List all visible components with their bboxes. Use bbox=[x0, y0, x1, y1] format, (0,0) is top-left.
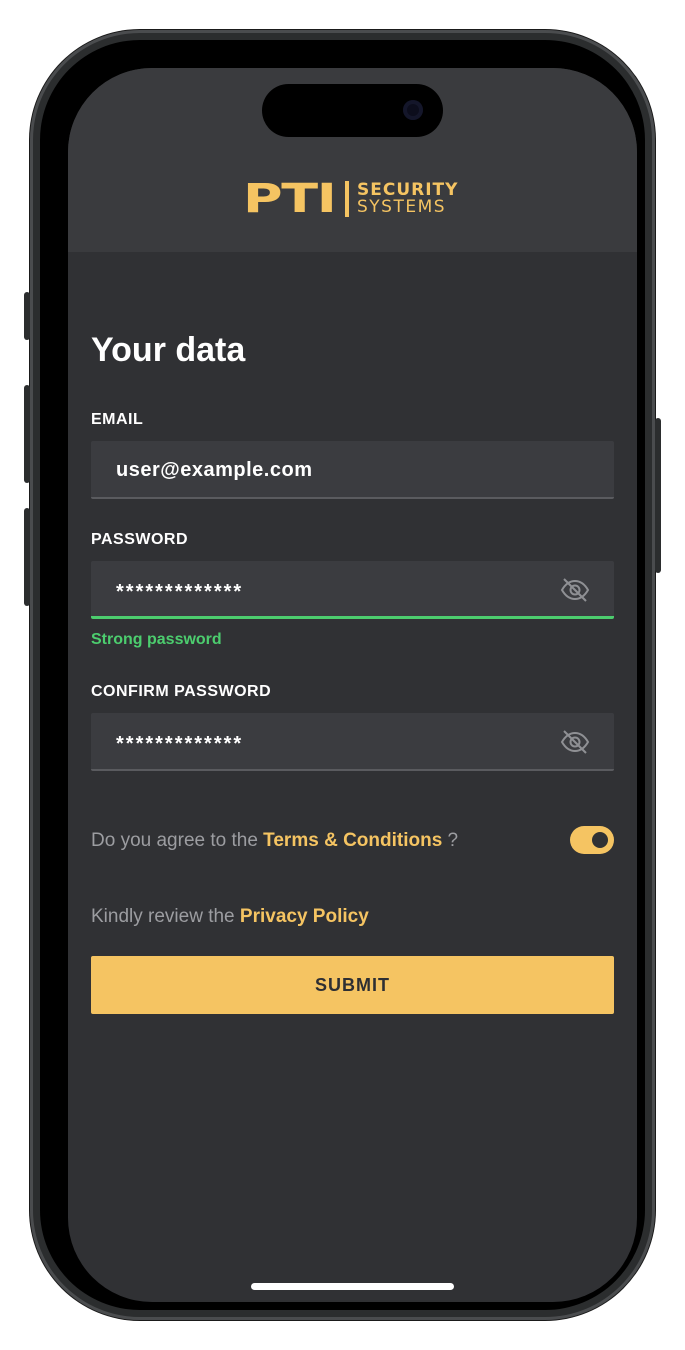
password-label: PASSWORD bbox=[91, 531, 189, 548]
confirm-password-label: CONFIRM PASSWORD bbox=[91, 683, 272, 700]
email-value: user@example.com bbox=[116, 459, 313, 481]
confirm-password-value: ************* bbox=[116, 733, 244, 755]
phone-bezel: PTI SECURITY SYSTEMS Your data EMAIL use… bbox=[40, 40, 645, 1310]
privacy-policy-link[interactable]: Privacy Policy bbox=[240, 906, 369, 927]
password-value: ************* bbox=[116, 581, 244, 603]
email-field[interactable]: user@example.com bbox=[91, 441, 614, 499]
brand-mark: PTI bbox=[243, 176, 337, 222]
password-strength-hint: Strong password bbox=[91, 631, 222, 648]
action-button bbox=[24, 292, 30, 340]
phone-frame: PTI SECURITY SYSTEMS Your data EMAIL use… bbox=[24, 30, 661, 1320]
terms-prefix: Do you agree to the bbox=[91, 830, 264, 851]
password-field[interactable]: ************* bbox=[91, 561, 614, 619]
front-camera-icon bbox=[403, 100, 423, 120]
terms-link[interactable]: Terms & Conditions bbox=[263, 830, 442, 851]
home-indicator[interactable] bbox=[251, 1283, 454, 1290]
privacy-prefix: Kindly review the bbox=[91, 906, 240, 927]
toggle-knob bbox=[592, 832, 608, 848]
submit-button[interactable]: SUBMIT bbox=[91, 956, 614, 1014]
confirm-password-field[interactable]: ************* bbox=[91, 713, 614, 771]
volume-down-button bbox=[24, 508, 30, 606]
terms-text: Do you agree to the Terms & Conditions ? bbox=[91, 829, 458, 853]
terms-row: Do you agree to the Terms & Conditions ? bbox=[91, 826, 614, 856]
terms-suffix: ? bbox=[442, 830, 459, 851]
page-title: Your data bbox=[91, 331, 246, 369]
privacy-row: Kindly review the Privacy Policy bbox=[91, 905, 369, 929]
app-screen: PTI SECURITY SYSTEMS Your data EMAIL use… bbox=[68, 68, 637, 1302]
power-button bbox=[655, 418, 661, 573]
email-label: EMAIL bbox=[91, 411, 144, 428]
dynamic-island bbox=[262, 84, 443, 137]
terms-toggle[interactable] bbox=[570, 826, 614, 854]
eye-off-icon[interactable] bbox=[560, 577, 590, 603]
brand-logo: PTI SECURITY SYSTEMS bbox=[243, 176, 458, 222]
volume-up-button bbox=[24, 385, 30, 483]
eye-off-icon[interactable] bbox=[560, 729, 590, 755]
